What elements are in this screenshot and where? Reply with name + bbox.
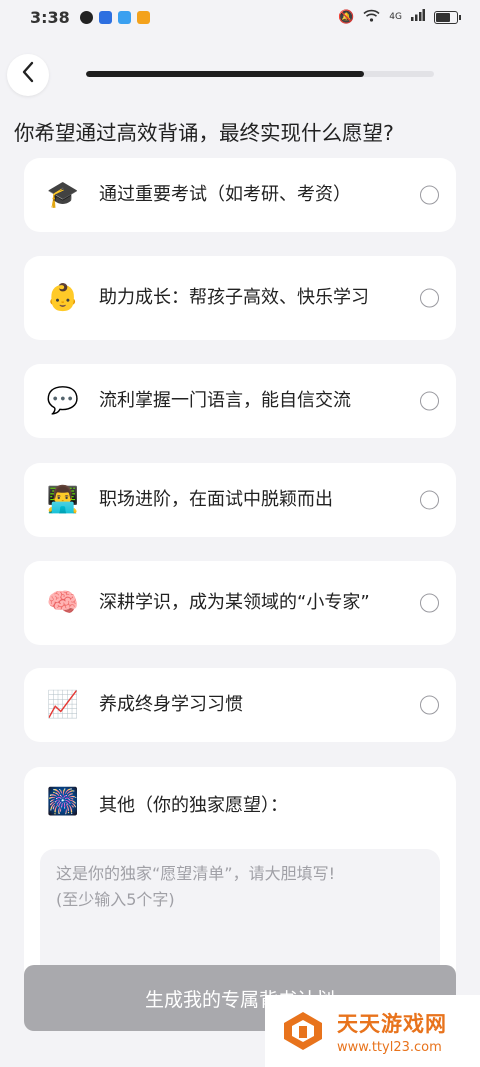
option-exam[interactable]: 🎓 通过重要考试（如考研、考资） <box>24 158 456 232</box>
wish-input-hint: (至少输入5个字) <box>56 890 175 909</box>
shield-app-icon <box>98 10 112 24</box>
radio-button[interactable] <box>420 185 439 205</box>
progress-fill <box>86 71 365 77</box>
option-label: 职场进阶，在面试中脱颖而出 <box>99 489 333 510</box>
radio-button[interactable] <box>420 695 439 715</box>
office-worker-icon: 👨‍💻 <box>46 485 80 515</box>
chevron-left-icon <box>21 61 35 89</box>
watermark-url: www.ttyl23.com <box>337 1039 442 1055</box>
battery-fill <box>436 12 451 22</box>
penguin-app-icon <box>79 10 93 24</box>
brain-icon: 🧠 <box>46 588 80 618</box>
back-button[interactable] <box>7 54 49 96</box>
network-label: 4G <box>389 12 402 22</box>
option-lifelong[interactable]: 📈 养成终身学习习惯 <box>24 668 456 742</box>
option-label: 助力成长：帮孩子高效、快乐学习 <box>99 287 369 308</box>
battery-icon <box>434 10 461 24</box>
wish-input-placeholder: 这是你的独家“愿望清单”，请大胆填写! <box>56 864 335 883</box>
status-bar: 3:38 🔕 4G <box>0 0 480 34</box>
option-career[interactable]: 👨‍💻 职场进阶，在面试中脱颖而出 <box>24 463 456 537</box>
question-title: 你希望通过高效背诵，最终实现什么愿望? <box>14 121 394 145</box>
radio-button[interactable] <box>420 391 439 411</box>
signal-icon <box>411 9 425 25</box>
option-label: 流利掌握一门语言，能自信交流 <box>99 390 351 411</box>
radio-button[interactable] <box>420 593 439 613</box>
fireworks-icon: 🎆 <box>46 787 80 817</box>
option-label: 深耕学识，成为某领域的“小专家” <box>99 592 370 613</box>
graduation-cap-icon: 🎓 <box>46 180 80 210</box>
watermark-title: 天天游戏网 <box>337 1011 447 1036</box>
option-label: 通过重要考试（如考研、考资） <box>99 184 351 205</box>
radio-button[interactable] <box>420 490 439 510</box>
watermark: 天天游戏网 www.ttyl23.com <box>265 995 480 1067</box>
option-other: 🎆 其他（你的独家愿望）： 这是你的独家“愿望清单”，请大胆填写! (至少输入5… <box>24 767 456 999</box>
option-expert[interactable]: 🧠 深耕学识，成为某领域的“小专家” <box>24 561 456 645</box>
other-label: 其他（你的独家愿望）： <box>99 795 288 816</box>
status-time: 3:38 <box>30 7 70 27</box>
progress-bar <box>86 71 434 77</box>
radio-button[interactable] <box>420 288 439 308</box>
option-language[interactable]: 💬 流利掌握一门语言，能自信交流 <box>24 364 456 438</box>
video-app-icon <box>136 10 150 24</box>
option-label: 养成终身学习习惯 <box>99 694 243 715</box>
mute-icon: 🔕 <box>338 9 355 25</box>
wifi-icon <box>363 9 380 26</box>
speech-bubble-icon: 💬 <box>46 386 80 416</box>
baby-icon: 👶 <box>46 283 80 313</box>
watermark-logo-icon <box>281 1009 325 1053</box>
chart-up-icon: 📈 <box>46 690 80 720</box>
option-child-growth[interactable]: 👶 助力成长：帮孩子高效、快乐学习 <box>24 256 456 340</box>
cloud-app-icon <box>117 10 131 24</box>
